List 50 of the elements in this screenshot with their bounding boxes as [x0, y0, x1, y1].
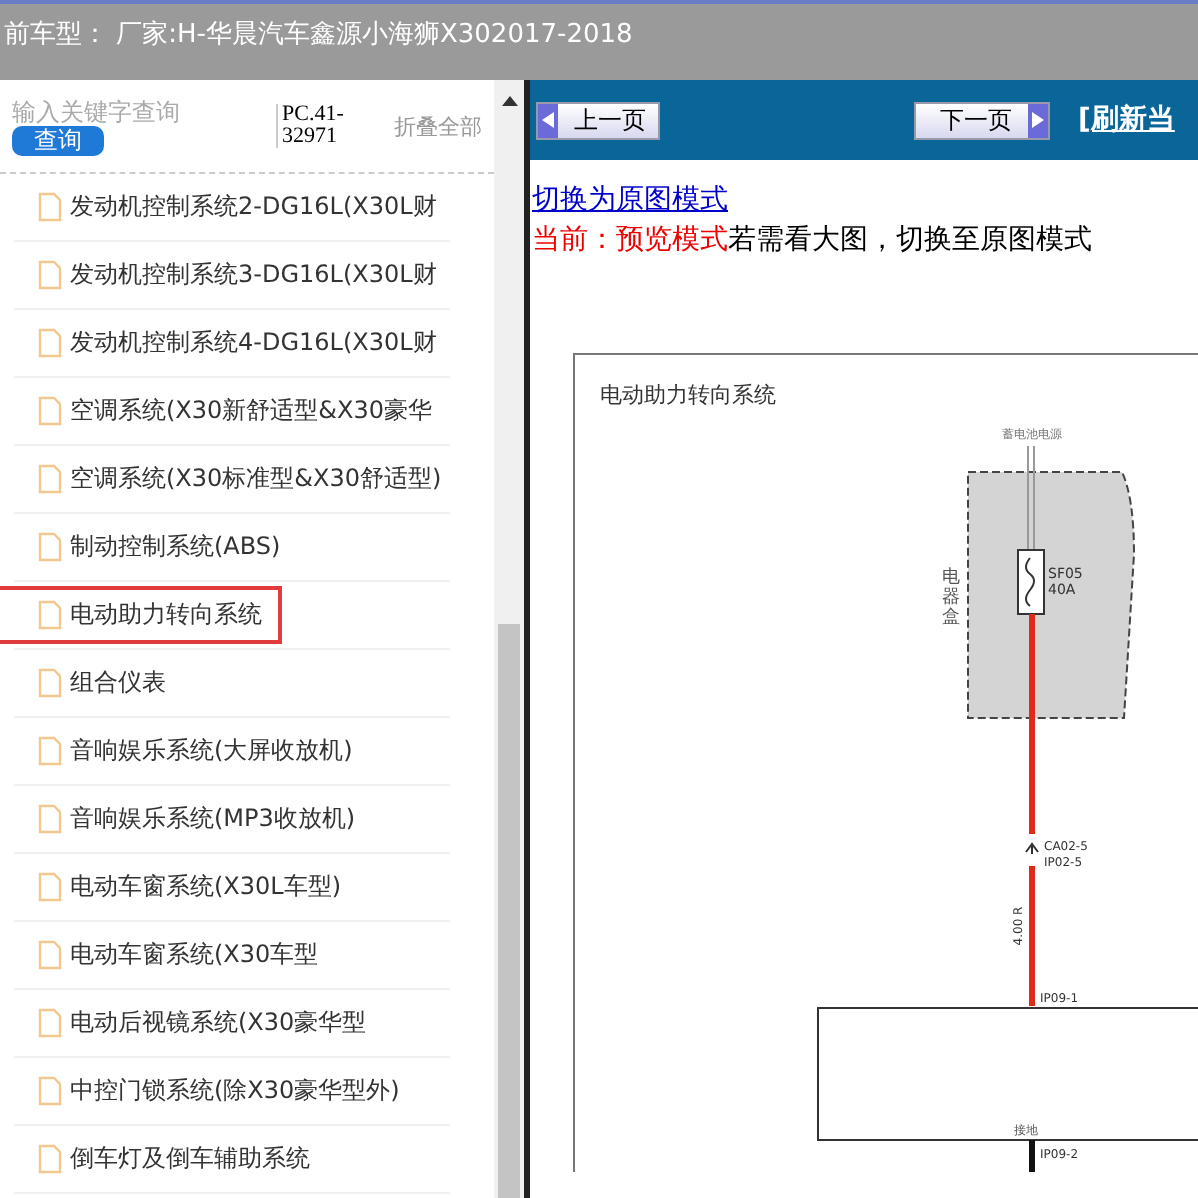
tree-item[interactable]: 空调系统(X30标准型&X30舒适型): [0, 450, 462, 508]
document-icon: [38, 736, 62, 766]
document-icon: [38, 1008, 62, 1038]
left-arrow-icon: [542, 112, 554, 128]
document-icon: [38, 1144, 62, 1174]
tree-item[interactable]: 发动机控制系统4-DG16L(X30L财: [0, 314, 457, 372]
tree-item[interactable]: 发动机控制系统2-DG16L(X30L财: [0, 178, 457, 236]
tree-item[interactable]: 电动车窗系统(X30车型: [0, 926, 339, 984]
part-code: PC.41-32971: [276, 104, 370, 148]
document-icon: [38, 872, 62, 902]
document-icon: [38, 600, 62, 630]
tree-item[interactable]: 发动机控制系统3-DG16L(X30L财: [0, 246, 457, 304]
document-icon: [38, 668, 62, 698]
power-wire: [1027, 445, 1035, 551]
tree-item[interactable]: 电动助力转向系统: [0, 586, 282, 644]
tree-item[interactable]: 音响娱乐系统(大屏收放机): [0, 722, 373, 780]
tree-item[interactable]: 音响娱乐系统(MP3收放机): [0, 790, 376, 848]
document-icon: [38, 804, 62, 834]
document-icon: [38, 396, 62, 426]
tree-item[interactable]: 空调系统(X30新舒适型&X30豪华: [0, 382, 453, 440]
document-icon: [38, 1076, 62, 1106]
refresh-link[interactable]: [刷新当: [1078, 102, 1175, 138]
right-arrow-icon: [1032, 112, 1044, 128]
scroll-up-icon[interactable]: [501, 96, 517, 106]
vehicle-title: 前车型： 厂家:H-华晨汽车鑫源小海狮X302017-2018: [4, 20, 633, 50]
document-icon: [38, 532, 62, 562]
scroll-thumb[interactable]: [498, 624, 520, 1198]
tree-item[interactable]: 倒车灯及倒车辅助系统: [0, 1130, 330, 1188]
fuse-symbol: [1017, 549, 1045, 615]
scrollbar[interactable]: [494, 80, 524, 1198]
document-icon: [38, 192, 62, 222]
previous-page-button[interactable]: 上一页: [536, 101, 660, 139]
ground-wire: [1029, 1140, 1035, 1172]
diagram-title: 电动助力转向系统: [600, 382, 776, 408]
document-icon: [38, 328, 62, 358]
search-button[interactable]: 查询: [12, 125, 104, 155]
fuse-box-label: 电器盒: [942, 568, 960, 628]
tree-item[interactable]: 组合仪表: [0, 654, 186, 712]
connector-icon: [1025, 842, 1039, 855]
tree-item[interactable]: 电动后视镜系统(X30豪华型: [0, 994, 387, 1052]
tree-item[interactable]: 电动车窗系统(X30L车型): [0, 858, 362, 916]
next-page-button[interactable]: 下一页: [914, 101, 1050, 139]
document-icon: [38, 464, 62, 494]
document-icon: [38, 260, 62, 290]
document-icon: [38, 940, 62, 970]
tree-item[interactable]: 制动控制系统(ABS): [0, 518, 301, 576]
mode-notice: 当前：预览模式若需看大图，切换至原图模式: [532, 222, 1094, 258]
original-mode-link[interactable]: 切换为原图模式: [532, 182, 728, 218]
power-wire: [1029, 866, 1035, 1006]
tree-item[interactable]: 中控门锁系统(除X30豪华型外): [0, 1062, 420, 1120]
